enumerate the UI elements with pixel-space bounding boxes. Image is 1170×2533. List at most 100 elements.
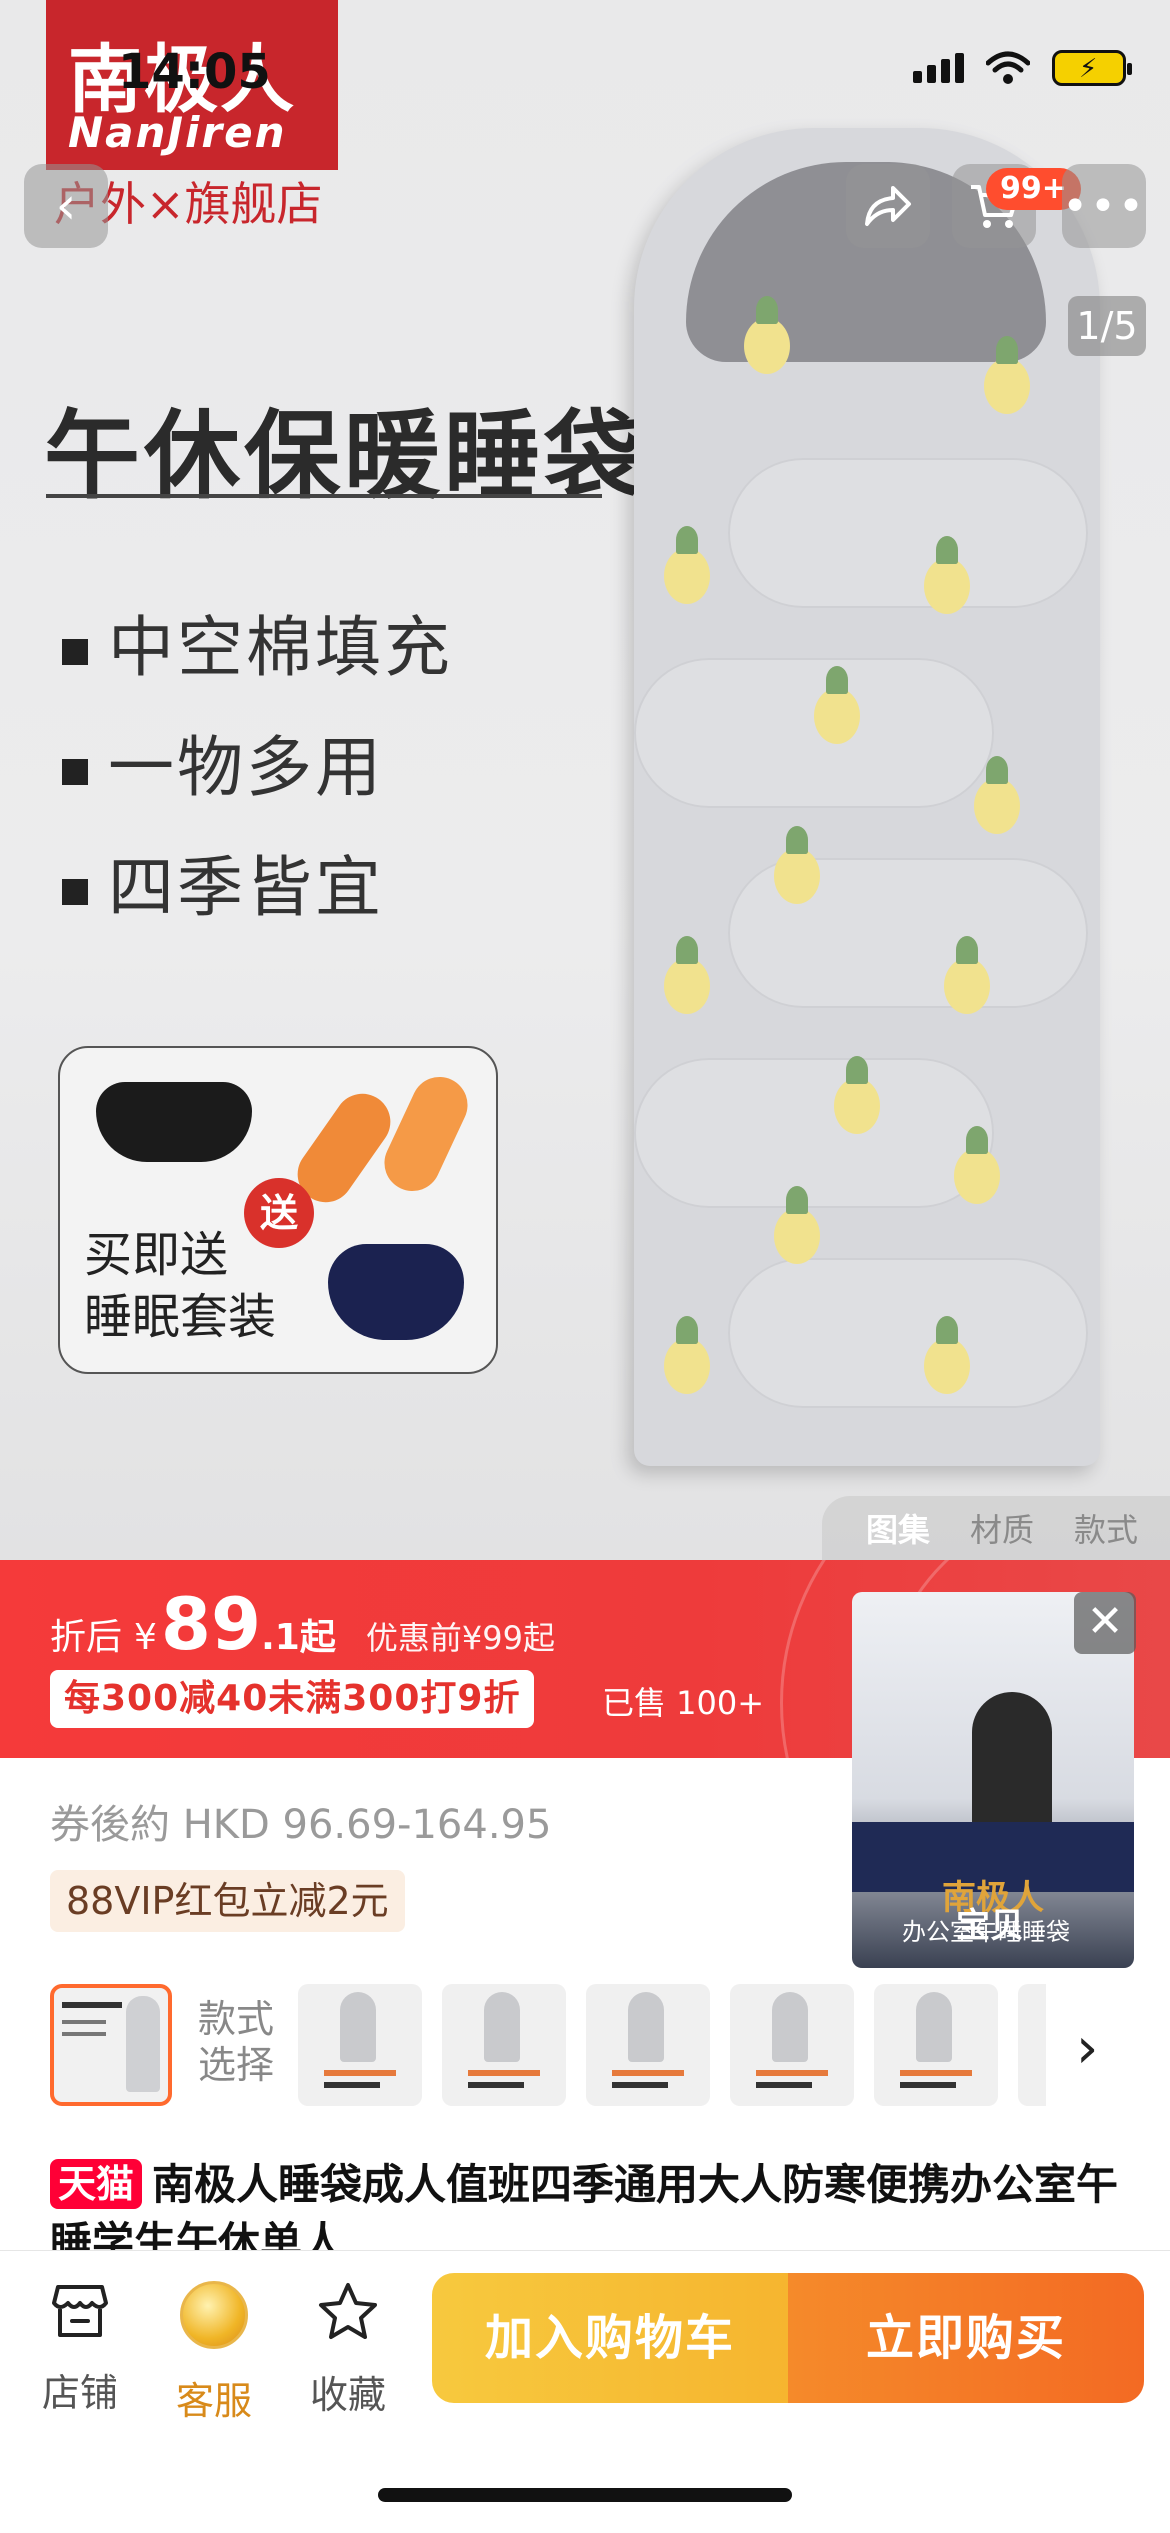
- hero-title-underline: [46, 494, 602, 498]
- video-label: 宝贝: [956, 1906, 1024, 1946]
- gift-text-line2: 睡眠套装: [84, 1289, 277, 1345]
- thumb-bag: [484, 1992, 520, 2062]
- thumb-bag: [126, 1996, 160, 2092]
- bullet-square-icon: [62, 878, 88, 905]
- more-icon: •••: [1062, 180, 1146, 232]
- tmall-tag: 天猫: [50, 2159, 143, 2209]
- variant-thumb[interactable]: [586, 1984, 710, 2106]
- bullet-square-icon: [62, 638, 88, 665]
- thumb-bar: [756, 2082, 812, 2088]
- earplug-image: [375, 1067, 477, 1201]
- feature-text: 一物多用: [108, 729, 384, 806]
- variant-label-line2: 选择: [198, 2043, 275, 2087]
- pineapple-pattern-icon: [664, 1316, 710, 1394]
- thumb-bar: [324, 2070, 396, 2076]
- buy-now-button[interactable]: 立即购买: [788, 2273, 1144, 2403]
- promo-tag[interactable]: 每300减40未满300打9折: [50, 1670, 535, 1728]
- cellular-signal-icon: [913, 53, 964, 83]
- status-time: 14:05: [118, 44, 271, 100]
- back-button[interactable]: ‹: [24, 164, 108, 248]
- thumb-bag: [772, 1992, 808, 2062]
- after-coupon-price: 券後約 HKD 96.69-164.95: [50, 1802, 552, 1848]
- thumb-text-line: [62, 2032, 106, 2036]
- neck-pillow-image: [328, 1244, 464, 1340]
- vip-coupon-tag[interactable]: 88VIP红包立减2元: [50, 1870, 405, 1932]
- customer-service-icon: [180, 2281, 248, 2349]
- variant-thumb[interactable]: [442, 1984, 566, 2106]
- variant-label[interactable]: 款式 选择: [198, 1996, 274, 2088]
- customer-service-button[interactable]: 客服: [154, 2281, 274, 2425]
- thumb-bar: [900, 2082, 956, 2088]
- price-decimal: .1起: [261, 1617, 336, 1658]
- pineapple-pattern-icon: [664, 526, 710, 604]
- customer-service-icon-wrap: [154, 2281, 274, 2364]
- variant-selected-thumb[interactable]: [50, 1984, 172, 2106]
- wifi-icon: [986, 51, 1030, 84]
- share-button[interactable]: [846, 164, 930, 248]
- sleeping-bag-segment: [728, 1258, 1088, 1408]
- pineapple-pattern-icon: [664, 936, 710, 1014]
- pineapple-pattern-icon: [974, 756, 1020, 834]
- add-to-cart-button[interactable]: 加入购物车: [432, 2273, 788, 2403]
- thumb-bag: [628, 1992, 664, 2062]
- thumb-bag: [340, 1992, 376, 2062]
- chevron-left-icon: ‹: [55, 176, 77, 236]
- pineapple-pattern-icon: [984, 336, 1030, 414]
- thumb-bar: [324, 2082, 380, 2088]
- thumb-bar: [612, 2070, 684, 2076]
- customer-service-label: 客服: [175, 2379, 252, 2423]
- thumb-bar: [468, 2082, 524, 2088]
- star-icon: [288, 2281, 408, 2358]
- variant-label-line1: 款式: [198, 1997, 275, 2041]
- feature-item: 中空棉填充: [62, 594, 453, 690]
- video-close-button[interactable]: ✕: [1074, 1592, 1136, 1654]
- share-icon: [865, 186, 911, 226]
- pineapple-pattern-icon: [774, 826, 820, 904]
- price-after-label: 折后: [50, 1617, 123, 1658]
- favorite-button[interactable]: 收藏: [288, 2281, 408, 2419]
- tab-style[interactable]: 款式: [1074, 1505, 1138, 1551]
- sold-count: 已售 100+: [602, 1684, 765, 1722]
- feature-item: 一物多用: [62, 714, 384, 810]
- pineapple-pattern-icon: [834, 1056, 880, 1134]
- shop-button[interactable]: 店铺: [20, 2281, 140, 2417]
- gift-box: 送 买即送 睡眠套装: [58, 1046, 498, 1374]
- variant-thumb[interactable]: [1018, 1984, 1046, 2106]
- brand-logo-en: NanJiren: [68, 108, 287, 157]
- pineapple-pattern-icon: [924, 536, 970, 614]
- thumb-bar: [468, 2070, 540, 2076]
- pineapple-pattern-icon: [924, 1316, 970, 1394]
- price-before: 优惠前¥99起: [365, 1619, 555, 1657]
- feature-text: 中空棉填充: [108, 609, 453, 686]
- price-integer: 89: [160, 1582, 262, 1666]
- tab-material[interactable]: 材质: [970, 1505, 1034, 1551]
- thumb-bar: [612, 2082, 668, 2088]
- variant-thumb[interactable]: [298, 1984, 422, 2106]
- sleeping-bag-segment: [634, 658, 994, 808]
- pineapple-pattern-icon: [954, 1126, 1000, 1204]
- variant-thumb[interactable]: [730, 1984, 854, 2106]
- photo-count: 1/5: [1068, 296, 1146, 356]
- product-title-text: 南极人睡袋成人值班四季通用大人防寒便携办公室午睡学生午休单人: [50, 2160, 1119, 2250]
- price-line: 折后 ¥ 89 .1起 优惠前¥99起: [50, 1582, 555, 1666]
- bullet-square-icon: [62, 758, 88, 785]
- sleeping-bag-segment: [634, 1058, 994, 1208]
- gift-text: 买即送 睡眠套装: [84, 1224, 276, 1348]
- chevron-right-icon: ›: [1076, 2016, 1099, 2081]
- shop-icon: [20, 2281, 140, 2356]
- thumb-bag: [916, 1992, 952, 2062]
- battery-icon: ⚡: [1052, 50, 1132, 86]
- more-button[interactable]: •••: [1062, 164, 1146, 248]
- variant-thumb[interactable]: [874, 1984, 998, 2106]
- feature-text: 四季皆宜: [108, 849, 384, 926]
- close-icon: ✕: [1086, 1596, 1124, 1647]
- gift-text-line1: 买即送: [84, 1227, 229, 1283]
- variant-more-button[interactable]: ›: [1076, 2016, 1098, 2081]
- feature-item: 四季皆宜: [62, 834, 384, 930]
- pineapple-pattern-icon: [774, 1186, 820, 1264]
- pineapple-pattern-icon: [814, 666, 860, 744]
- status-icons: ⚡: [913, 50, 1132, 86]
- home-indicator: [378, 2488, 792, 2502]
- pineapple-pattern-icon: [744, 296, 790, 374]
- tab-gallery[interactable]: 图集: [866, 1505, 930, 1551]
